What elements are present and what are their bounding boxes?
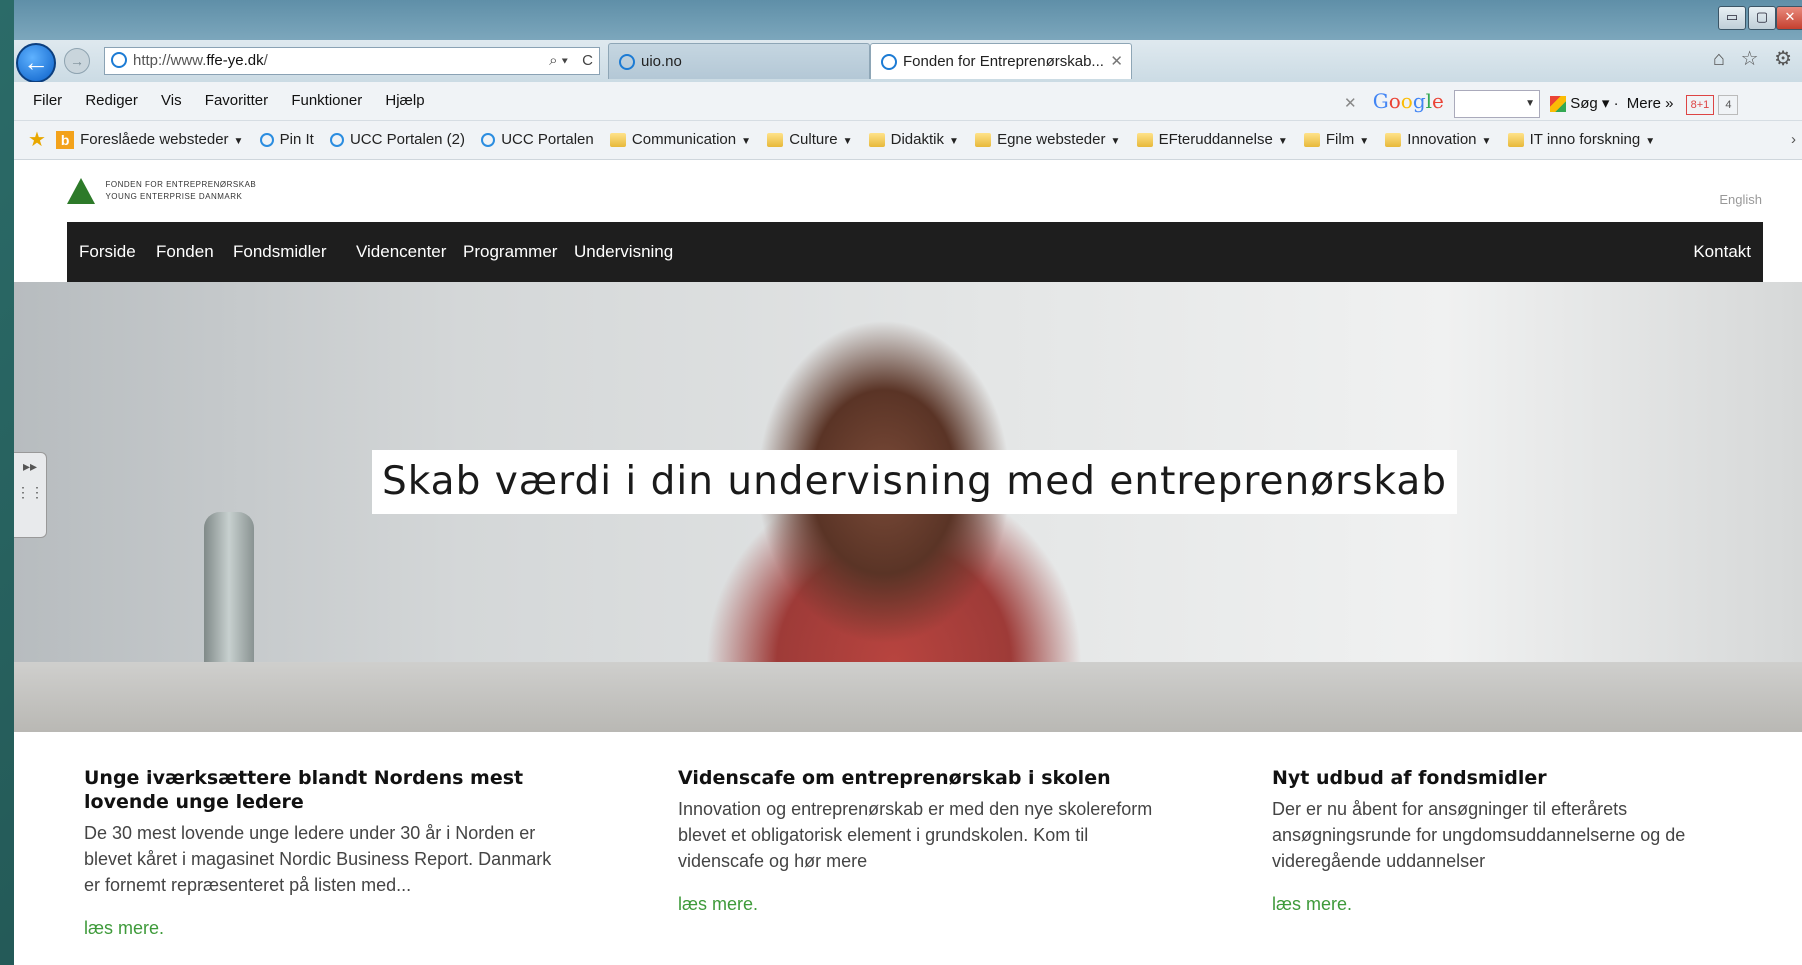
news-title[interactable]: Nyt udbud af fondsmidler xyxy=(1272,766,1752,790)
tab-uio[interactable]: uio.no xyxy=(608,43,870,79)
ie-icon xyxy=(481,133,496,148)
close-window-button[interactable]: ✕ xyxy=(1776,6,1802,30)
google-search-input[interactable] xyxy=(1454,90,1541,119)
news-column-2: Videnscafe om entreprenørskab i skolen I… xyxy=(678,766,1158,915)
nav-undervisning[interactable]: Undervisning xyxy=(574,222,673,282)
favorites-star-icon[interactable]: ☆ xyxy=(1741,48,1759,70)
minimize-button[interactable]: ▭ xyxy=(1718,6,1746,30)
nav-videncenter[interactable]: Videncenter xyxy=(356,222,446,282)
tab-fonden[interactable]: Fonden for Entreprenørskab... ✕ xyxy=(870,43,1132,79)
close-toolbar-icon[interactable]: ✕ xyxy=(1344,95,1357,112)
news-body: De 30 mest lovende unge ledere under 30 … xyxy=(84,823,552,895)
home-icon[interactable]: ⌂ xyxy=(1713,48,1725,70)
menu-vis[interactable]: Vis xyxy=(161,92,182,109)
folder-icon xyxy=(1507,133,1524,148)
news-body: Innovation og entreprenørskab er med den… xyxy=(678,799,1153,871)
bing-icon: b xyxy=(56,131,75,150)
folder-icon xyxy=(1385,133,1402,148)
fav-ucc-portalen-2[interactable]: UCC Portalen (2) xyxy=(329,121,465,159)
menu-favoritter[interactable]: Favoritter xyxy=(205,92,268,109)
ie-tab-icon xyxy=(881,54,897,70)
favorites-add-icon[interactable]: ★ xyxy=(28,121,46,159)
logo-text: FONDEN FOR ENTREPRENØRSKAB YOUNG ENTERPRI… xyxy=(105,180,257,201)
hero-table xyxy=(14,662,1802,732)
settings-gear-icon[interactable]: ⚙ xyxy=(1774,48,1792,70)
favorites-bar: ★ b Foreslåede websteder ▼ Pin It UCC Port… xyxy=(14,121,1802,160)
fav-film[interactable]: Film ▼ xyxy=(1303,121,1369,161)
menu-funktioner[interactable]: Funktioner xyxy=(291,92,362,109)
folder-icon xyxy=(1136,133,1153,148)
folder-icon xyxy=(767,133,784,148)
fav-it-inno-forskning[interactable]: IT inno forskning ▼ xyxy=(1507,121,1655,161)
nav-programmer[interactable]: Programmer xyxy=(463,222,557,282)
address-bar[interactable]: http://www.ffe-ye.dk/ ⌕ ▾ C xyxy=(104,47,600,75)
favorites-more-chevron-icon[interactable]: › xyxy=(1791,121,1796,159)
menu-bar: Filer Rediger Vis Favoritter Funktioner … xyxy=(14,82,1802,121)
news-title[interactable]: Videnscafe om entreprenørskab i skolen xyxy=(678,766,1158,790)
folder-icon xyxy=(609,133,626,148)
menu-filer[interactable]: Filer xyxy=(33,92,62,109)
search-dropdown-icon[interactable]: ⌕ ▾ xyxy=(549,52,568,69)
maximize-button[interactable]: ▢ xyxy=(1748,6,1776,30)
news-body: Der er nu åbent for ansøgninger til efte… xyxy=(1272,799,1686,871)
fav-efteruddannelse[interactable]: EFteruddannelse ▼ xyxy=(1136,121,1288,161)
more-button[interactable]: Mere » xyxy=(1627,95,1674,112)
language-link-english[interactable]: English xyxy=(1719,192,1762,207)
logo-triangle-icon xyxy=(67,178,95,204)
nav-fonden[interactable]: Fonden xyxy=(156,222,214,282)
folder-icon xyxy=(975,133,992,148)
fav-pin-it[interactable]: Pin It xyxy=(259,121,314,159)
news-column-3: Nyt udbud af fondsmidler Der er nu åbent… xyxy=(1272,766,1752,915)
tab-label: Fonden for Entreprenørskab... xyxy=(903,53,1104,70)
back-arrow-icon[interactable]: ← xyxy=(16,43,56,83)
hero-image: Skab værdi i din undervisning med entrep… xyxy=(14,282,1802,732)
navigation-bar: ← → http://www.ffe-ye.dk/ ⌕ ▾ C uio.no F… xyxy=(14,40,1802,83)
read-more-link[interactable]: læs mere. xyxy=(1272,894,1752,915)
google-search-icon xyxy=(1550,96,1567,113)
folder-icon xyxy=(1303,133,1320,148)
google-logo: Google xyxy=(1372,89,1444,113)
news-column-1: Unge iværksættere blandt Nordens mest lo… xyxy=(84,766,564,939)
address-url[interactable]: http://www.ffe-ye.dk/ xyxy=(133,48,268,74)
nav-fondsmidler[interactable]: Fondsmidler xyxy=(233,222,327,282)
ie-tab-icon xyxy=(619,54,635,70)
web-page: FONDEN FOR ENTREPRENØRSKAB YOUNG ENTERPRI… xyxy=(14,160,1802,965)
nav-kontakt[interactable]: Kontakt xyxy=(1693,222,1751,282)
menu-rediger[interactable]: Rediger xyxy=(85,92,138,109)
nav-forside[interactable]: Forside xyxy=(79,222,136,282)
fav-didaktik[interactable]: Didaktik ▼ xyxy=(868,121,959,161)
google-search-button[interactable]: Søg xyxy=(1570,95,1598,112)
news-title[interactable]: Unge iværksættere blandt Nordens mest lo… xyxy=(84,766,564,814)
folder-icon xyxy=(868,133,885,148)
menu-hjaelp[interactable]: Hjælp xyxy=(385,92,424,109)
address-tools[interactable]: ⌕ ▾ C xyxy=(549,48,593,74)
browser-right-icons: ⌂ ☆ ⚙ xyxy=(1713,46,1802,71)
refresh-icon[interactable]: C xyxy=(582,52,593,69)
gplus-count: 4 xyxy=(1718,95,1739,115)
gplus-button[interactable]: 8+1 xyxy=(1685,95,1715,115)
title-bar: ▭ ▢ ✕ xyxy=(14,0,1802,44)
site-logo[interactable]: FONDEN FOR ENTREPRENØRSKAB YOUNG ENTERPRI… xyxy=(67,178,256,204)
ie-page-icon xyxy=(111,52,127,68)
forward-arrow-icon[interactable]: → xyxy=(64,48,90,74)
close-tab-icon[interactable]: ✕ xyxy=(1110,44,1123,80)
ie-icon xyxy=(329,133,344,148)
fav-culture[interactable]: Culture ▼ xyxy=(767,121,852,161)
site-navigation: Forside Fonden Fondsmidler Videncenter P… xyxy=(67,222,1763,282)
fav-ucc-portalen[interactable]: UCC Portalen xyxy=(481,121,594,159)
side-panel-toggle[interactable]: ▸▸ ⋮⋮ xyxy=(14,452,47,538)
read-more-link[interactable]: læs mere. xyxy=(84,918,564,939)
hero-headline: Skab værdi i din undervisning med entrep… xyxy=(372,450,1457,514)
fav-egne-websteder[interactable]: Egne websteder ▼ xyxy=(975,121,1120,161)
ie-icon xyxy=(259,133,274,148)
fav-foreslaaede[interactable]: b Foreslåede websteder ▼ xyxy=(56,121,243,161)
fav-innovation[interactable]: Innovation ▼ xyxy=(1385,121,1491,161)
read-more-link[interactable]: læs mere. xyxy=(678,894,1158,915)
fav-communication[interactable]: Communication ▼ xyxy=(609,121,751,161)
tab-label: uio.no xyxy=(641,53,682,70)
browser-window: ▭ ▢ ✕ ← → http://www.ffe-ye.dk/ ⌕ ▾ C ui… xyxy=(14,0,1802,965)
google-toolbar: ✕ Google Søg ▾ · Mere » 8+14 xyxy=(1344,86,1739,119)
